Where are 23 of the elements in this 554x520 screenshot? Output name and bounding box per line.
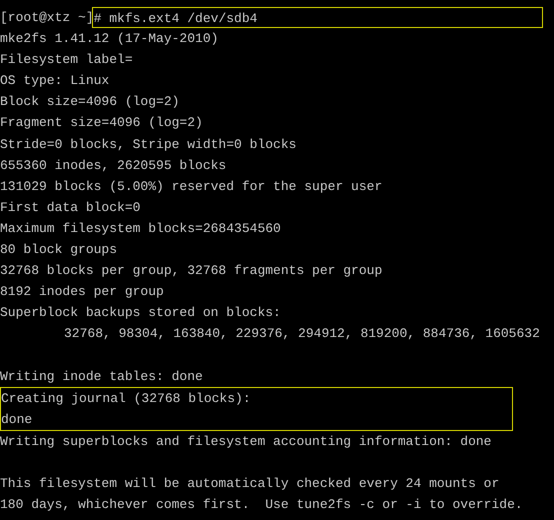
output-line: 32768, 98304, 163840, 229376, 294912, 819200, 884736, 1605632 [64, 325, 540, 344]
output-line: mke2fs 1.41.12 (17-May-2010) [0, 30, 218, 48]
output-line: Block size=4096 (log=2) [0, 93, 180, 112]
command-text: # mkfs.ext4 /dev/sdb4 [92, 7, 543, 28]
output-line: OS type: Linux [0, 72, 110, 90]
output-line: done [1, 410, 32, 429]
output-line: Creating journal (32768 blocks): [1, 390, 251, 408]
output-line: Stride=0 blocks, Stripe width=0 blocks [0, 136, 296, 154]
output-line: 131029 blocks (5.00%) reserved for the super user [0, 178, 382, 196]
output-line: This filesystem will be automatically checked every 24 mounts or [0, 475, 500, 494]
output-line: 655360 inodes, 2620595 blocks [0, 156, 226, 175]
output-line: Maximum filesystem blocks=2684354560 [0, 220, 281, 238]
output-line: First data block=0 [0, 198, 140, 217]
output-line: Fragment size=4096 (log=2) [0, 114, 203, 132]
output-line: Superblock backups stored on blocks: [0, 304, 281, 322]
output-line: Writing inode tables: done [0, 368, 203, 386]
output-line: 8192 inodes per group [0, 283, 164, 302]
output-line: 180 days, whichever comes first. Use tune2fs -c or -i to override. [0, 496, 523, 514]
output-line: 32768 blocks per group, 32768 fragments per group [0, 262, 382, 280]
output-line: Writing superblocks and filesystem accounting information: done [0, 432, 492, 451]
output-line: Filesystem label= [0, 51, 133, 70]
shell-prompt: [root@xtz ~] [0, 9, 94, 27]
output-line: 80 block groups [0, 241, 118, 260]
